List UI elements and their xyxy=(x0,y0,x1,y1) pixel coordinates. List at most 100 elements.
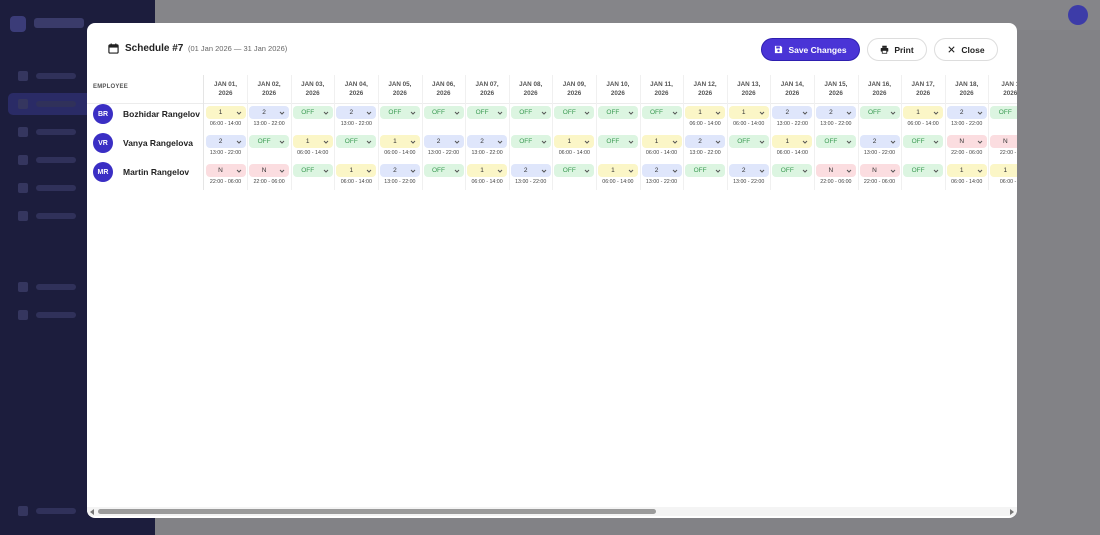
shift-select[interactable]: 1 xyxy=(597,164,638,177)
day-column-header: JAN 01, 2026 xyxy=(204,80,247,98)
shift-select[interactable]: 2 xyxy=(815,106,856,119)
shift-select[interactable]: 1 xyxy=(685,106,726,119)
shift-cell: OFF xyxy=(597,106,638,119)
shift-select[interactable]: OFF xyxy=(772,164,813,177)
close-label: Close xyxy=(961,44,985,55)
day-column-header: JAN 12, 2026 xyxy=(684,80,727,98)
shift-select[interactable]: OFF xyxy=(292,106,333,119)
shift-cell: 1 06:00 - 14:00 xyxy=(554,135,595,156)
shift-time: 13:00 - 22:00 xyxy=(820,121,852,127)
shift-select[interactable]: N xyxy=(205,164,246,177)
shift-cell: 2 13:00 - 22:00 xyxy=(772,106,813,127)
shift-select[interactable]: OFF xyxy=(597,135,638,148)
shift-select[interactable]: 2 xyxy=(249,106,290,119)
shift-select[interactable]: 1 xyxy=(990,164,1017,177)
shift-select[interactable]: 2 xyxy=(772,106,813,119)
shift-select[interactable]: OFF xyxy=(990,106,1017,119)
scrollbar-thumb[interactable] xyxy=(98,509,656,514)
shift-select[interactable]: 2 xyxy=(205,135,246,148)
shift-select[interactable]: OFF xyxy=(249,135,290,148)
scroll-left-arrow-icon[interactable] xyxy=(90,509,94,515)
shift-select[interactable]: 2 xyxy=(423,135,464,148)
shift-select[interactable]: OFF xyxy=(423,164,464,177)
shift-select[interactable]: OFF xyxy=(510,106,551,119)
shift-select[interactable]: OFF xyxy=(554,106,595,119)
shift-select[interactable]: OFF xyxy=(728,135,769,148)
shift-cell: 1 06:00 - 1 xyxy=(990,164,1017,185)
shift-time: 06:00 - 14:00 xyxy=(907,121,939,127)
shift-select[interactable]: 1 xyxy=(379,135,420,148)
shift-value: 1 xyxy=(305,138,310,145)
chevron-down-icon xyxy=(236,169,241,173)
shift-cell: OFF xyxy=(815,135,856,148)
shift-value: OFF xyxy=(737,138,751,145)
chevron-down-icon xyxy=(279,140,285,144)
shift-select[interactable]: OFF xyxy=(597,106,638,119)
shift-select[interactable]: 2 xyxy=(379,164,420,177)
shift-select[interactable]: 1 xyxy=(903,106,944,119)
shift-time: 06:00 - 14:00 xyxy=(297,150,329,156)
shift-select[interactable]: OFF xyxy=(859,106,900,119)
chevron-down-icon xyxy=(584,169,590,173)
shift-value: OFF xyxy=(780,167,794,174)
print-button[interactable]: Print xyxy=(867,38,927,61)
shift-select[interactable]: 1 xyxy=(946,164,987,177)
shift-select[interactable]: OFF xyxy=(554,164,595,177)
shift-select[interactable]: OFF xyxy=(815,135,856,148)
shift-select[interactable]: OFF xyxy=(641,106,682,119)
chevron-down-icon xyxy=(497,169,503,173)
shift-value: OFF xyxy=(519,109,533,116)
shift-select[interactable]: OFF xyxy=(379,106,420,119)
shift-select[interactable]: OFF xyxy=(903,164,944,177)
horizontal-scrollbar[interactable] xyxy=(87,507,1017,516)
shift-value: 1 xyxy=(785,138,790,145)
shift-select[interactable]: 1 xyxy=(205,106,246,119)
shift-select[interactable]: N xyxy=(815,164,856,177)
shift-select[interactable]: 1 xyxy=(467,164,508,177)
shift-select[interactable]: OFF xyxy=(292,164,333,177)
shift-select[interactable]: 2 xyxy=(946,106,987,119)
day-header-year: 2026 xyxy=(741,90,756,97)
shift-value: 2 xyxy=(393,167,397,174)
shift-time: 13:00 - 22:00 xyxy=(427,150,460,156)
shift-select[interactable]: 2 xyxy=(859,135,900,148)
shift-select[interactable]: 2 xyxy=(467,135,508,148)
scroll-right-arrow-icon[interactable] xyxy=(1010,509,1014,515)
shift-select[interactable]: N xyxy=(859,164,900,177)
shift-cell: 2 13:00 - 22:00 xyxy=(685,135,726,156)
user-avatar xyxy=(1068,5,1088,25)
shift-cell: 1 06:00 - 14:00 xyxy=(728,106,769,127)
shift-select[interactable]: OFF xyxy=(903,135,944,148)
shift-select[interactable]: OFF xyxy=(336,135,377,148)
day-header-date: JAN 06, xyxy=(431,81,456,88)
shift-select[interactable]: 2 xyxy=(728,164,769,177)
shift-cell: 1 06:00 - 14:00 xyxy=(292,135,333,156)
shift-select[interactable]: 1 xyxy=(336,164,377,177)
shift-select[interactable]: 1 xyxy=(554,135,595,148)
shift-select[interactable]: 2 xyxy=(685,135,726,148)
shift-select[interactable]: N xyxy=(990,135,1017,148)
shift-select[interactable]: OFF xyxy=(685,164,726,177)
calendar-icon xyxy=(108,43,119,54)
shift-select[interactable]: 2 xyxy=(641,164,682,177)
shift-select[interactable]: 1 xyxy=(641,135,682,148)
shift-select[interactable]: 2 xyxy=(510,164,551,177)
shift-time: 06:00 - 14:00 xyxy=(471,179,503,185)
shift-select[interactable]: 2 xyxy=(336,106,377,119)
shift-cell: OFF xyxy=(292,164,333,177)
chevron-down-icon xyxy=(672,140,677,144)
close-button[interactable]: Close xyxy=(934,38,998,61)
save-changes-button[interactable]: Save Changes xyxy=(761,38,860,61)
day-header-year: 2026 xyxy=(567,90,582,97)
shift-select[interactable]: 1 xyxy=(728,106,769,119)
day-header-year: 2026 xyxy=(262,90,277,97)
shift-select[interactable]: 1 xyxy=(772,135,813,148)
shift-select[interactable]: 1 xyxy=(292,135,333,148)
shift-select[interactable]: N xyxy=(249,164,290,177)
shift-select[interactable]: OFF xyxy=(423,106,464,119)
shift-select[interactable]: OFF xyxy=(510,135,551,148)
shift-value: 2 xyxy=(218,138,223,145)
shift-value: OFF xyxy=(606,138,620,145)
shift-select[interactable]: OFF xyxy=(467,106,508,119)
shift-select[interactable]: N xyxy=(946,135,987,148)
